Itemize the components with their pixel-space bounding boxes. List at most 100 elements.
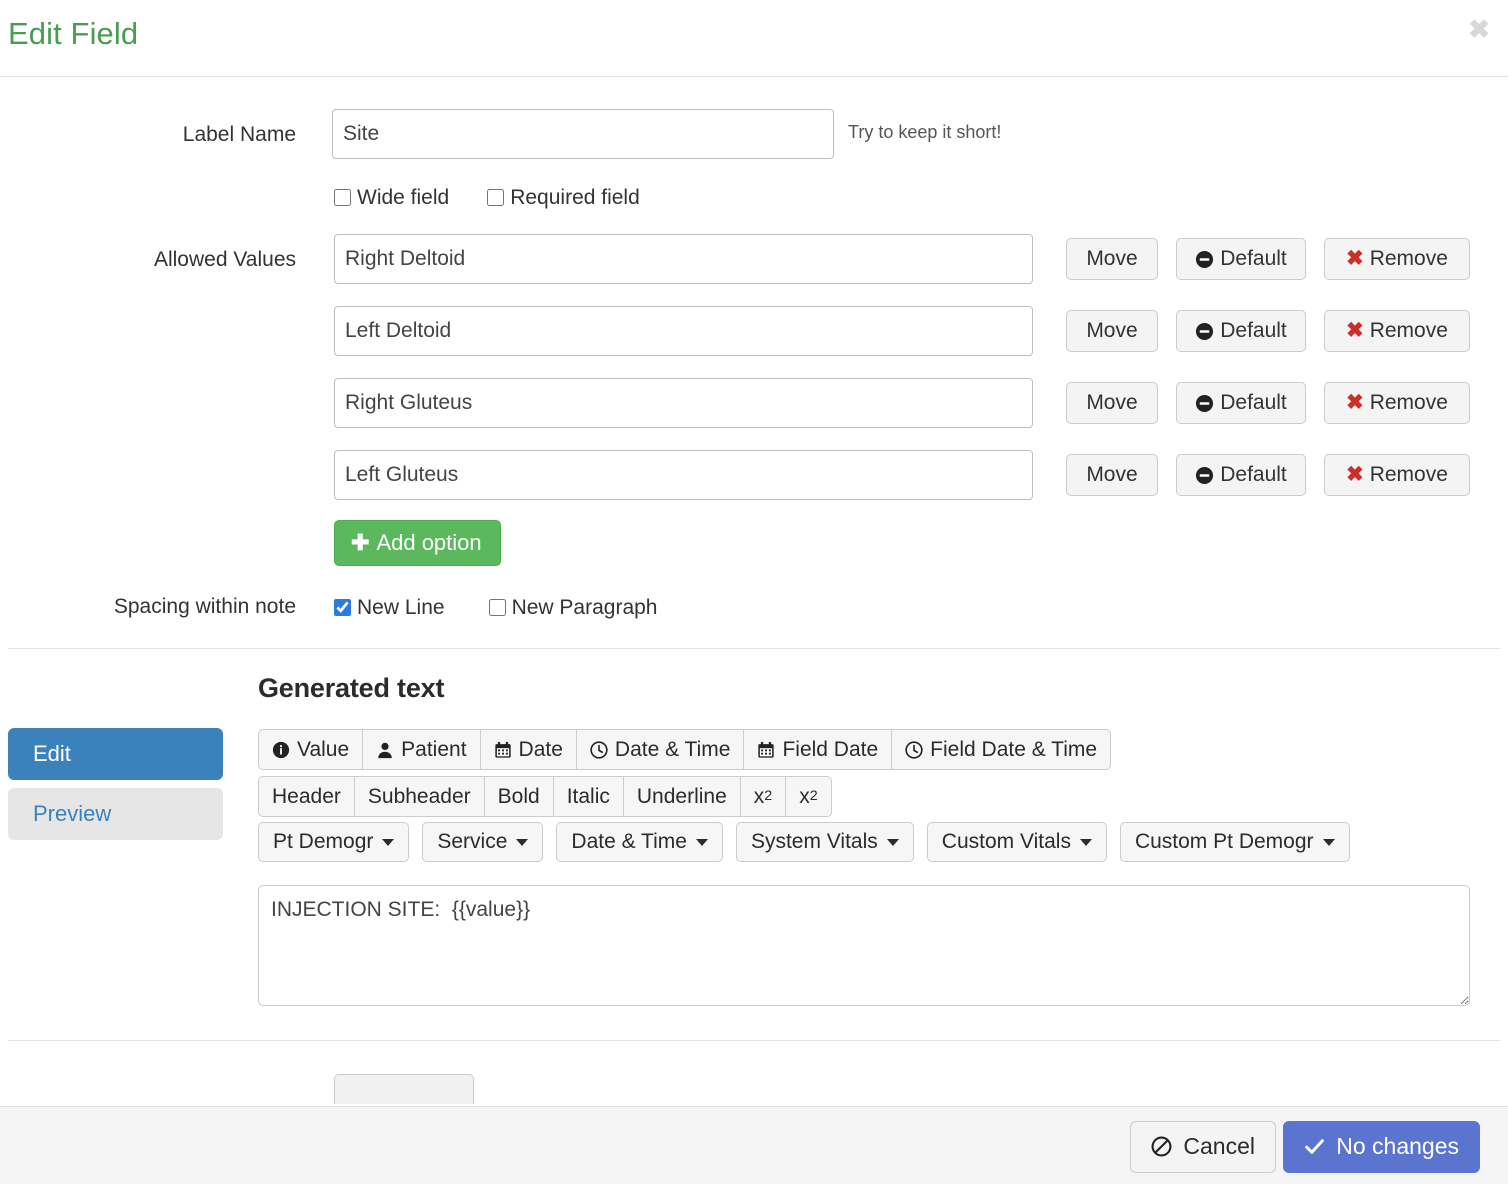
default-button[interactable]: Default (1176, 381, 1306, 425)
spacing-label: Spacing within note (113, 595, 296, 618)
default-button-label: Default (1220, 390, 1287, 414)
remove-button[interactable]: ✖ Remove (1324, 453, 1470, 497)
dropdown-date-time-label: Date & Time (571, 830, 687, 853)
calendar-icon (757, 741, 775, 759)
page-title: Edit Field (8, 16, 139, 51)
format-subscript-button[interactable]: x2 (740, 776, 787, 818)
confirm-button[interactable]: No changes (1283, 1121, 1480, 1173)
default-button[interactable]: Default (1176, 453, 1306, 497)
dropdown-system-vitals-label: System Vitals (750, 830, 878, 853)
allowed-value-row-4: Move Default ✖ Remove (334, 450, 1470, 500)
generated-text-heading: Generated text (258, 673, 445, 703)
wide-field-label: Wide field (357, 186, 450, 209)
dropdown-service[interactable]: Service (422, 822, 544, 862)
superscript-index: 2 (809, 788, 818, 805)
remove-button[interactable]: ✖ Remove (1324, 381, 1470, 425)
wide-field-checkbox-wrap[interactable]: Wide field (334, 185, 449, 210)
add-option-button[interactable]: ✚ Add option (334, 520, 501, 566)
allowed-value-input[interactable] (334, 378, 1033, 428)
default-button-label: Default (1220, 318, 1287, 342)
section-divider-top (8, 648, 1500, 649)
remove-button-label: Remove (1369, 246, 1448, 270)
dropdown-service-label: Service (437, 830, 508, 853)
default-button-label: Default (1220, 246, 1287, 270)
allowed-value-row-1: Move Default ✖ Remove (334, 234, 1470, 284)
dropdown-custom-pt-demogr[interactable]: Custom Pt Demogr (1119, 822, 1350, 862)
default-button[interactable]: Default (1176, 237, 1306, 281)
insert-field-datetime-label: Field Date & Time (930, 738, 1098, 761)
close-x-icon: ✖ (1346, 246, 1364, 270)
insert-datetime-label: Date & Time (614, 738, 731, 761)
modal-body: Label Name Try to keep it short! Wide fi… (0, 77, 1508, 1106)
format-header-button[interactable]: Header (258, 776, 355, 818)
close-x-icon: ✖ (1346, 462, 1364, 486)
tab-preview[interactable]: Preview (8, 788, 223, 840)
spacing-options-row: New Line New Paragraph (334, 595, 657, 620)
dropdown-system-vitals[interactable]: System Vitals (735, 822, 914, 862)
insert-patient-label: Patient (401, 738, 467, 761)
subscript-base: x (753, 785, 765, 808)
insert-field-datetime-button[interactable]: Field Date & Time (892, 729, 1112, 771)
dropdown-date-time[interactable]: Date & Time (556, 822, 723, 862)
cancel-button[interactable]: Cancel (1130, 1121, 1276, 1173)
format-italic-button[interactable]: Italic (553, 776, 624, 818)
tab-edit[interactable]: Edit (8, 728, 223, 780)
minus-circle-icon (1195, 466, 1214, 485)
field-flags-row: Wide field Required field (334, 185, 640, 210)
required-field-label: Required field (510, 186, 640, 209)
label-name-label: Label Name (182, 123, 296, 146)
plus-icon: ✚ (351, 530, 370, 555)
dropdown-custom-vitals[interactable]: Custom Vitals (926, 822, 1107, 862)
format-subheader-button[interactable]: Subheader (354, 776, 485, 818)
chevron-down-icon (886, 838, 899, 846)
dropdown-custom-pt-demogr-label: Custom Pt Demogr (1134, 830, 1314, 853)
format-bold-button[interactable]: Bold (484, 776, 554, 818)
allowed-value-input[interactable] (334, 450, 1033, 500)
chevron-down-icon (695, 838, 708, 846)
dropdown-pt-demogr-label: Pt Demogr (273, 830, 374, 853)
ban-icon (1151, 1136, 1172, 1157)
cancel-button-label: Cancel (1183, 1133, 1255, 1159)
generated-text-textarea[interactable] (258, 885, 1470, 1006)
add-option-label: Add option (376, 530, 482, 555)
modal-header: Edit Field ✖ (0, 0, 1508, 77)
insert-datetime-button[interactable]: Date & Time (576, 729, 745, 771)
required-field-checkbox-wrap[interactable]: Required field (487, 185, 640, 210)
default-button[interactable]: Default (1176, 309, 1306, 353)
clock-icon (905, 740, 923, 759)
required-field-checkbox[interactable] (487, 189, 505, 206)
clipped-button[interactable] (334, 1074, 474, 1104)
move-button[interactable]: Move (1066, 381, 1158, 425)
insert-field-date-button[interactable]: Field Date (744, 729, 893, 771)
move-button[interactable]: Move (1066, 309, 1158, 353)
label-name-input[interactable] (332, 109, 834, 159)
dropdown-custom-vitals-label: Custom Vitals (941, 830, 1071, 853)
move-button[interactable]: Move (1066, 453, 1158, 497)
move-button[interactable]: Move (1066, 237, 1158, 281)
remove-button[interactable]: ✖ Remove (1324, 237, 1470, 281)
minus-circle-icon (1195, 250, 1214, 269)
wide-field-checkbox[interactable] (334, 189, 351, 206)
insert-date-button[interactable]: Date (480, 729, 577, 771)
default-button-label: Default (1220, 462, 1287, 486)
insert-value-label: Value (297, 738, 350, 761)
close-icon[interactable]: ✖ (1462, 14, 1496, 44)
new-paragraph-checkbox-wrap[interactable]: New Paragraph (488, 595, 657, 620)
new-paragraph-checkbox[interactable] (488, 599, 506, 616)
info-circle-icon (272, 741, 290, 759)
remove-button[interactable]: ✖ Remove (1324, 309, 1470, 353)
edit-field-modal: Edit Field ✖ Label Name Try to keep it s… (0, 0, 1508, 1184)
superscript-base: x (799, 785, 810, 808)
new-line-checkbox-wrap[interactable]: New Line (334, 595, 445, 620)
close-x-icon: ✖ (1346, 318, 1364, 342)
dropdown-pt-demogr[interactable]: Pt Demogr (258, 822, 410, 862)
format-underline-button[interactable]: Underline (623, 776, 741, 818)
allowed-value-input[interactable] (334, 306, 1033, 356)
format-superscript-button[interactable]: x2 (786, 776, 832, 818)
insert-patient-button[interactable]: Patient (363, 729, 481, 771)
insert-value-button[interactable]: Value (258, 729, 364, 771)
allowed-value-input[interactable] (334, 234, 1033, 284)
label-name-row: Label Name Try to keep it short! (0, 109, 1100, 159)
new-line-checkbox[interactable] (334, 599, 351, 616)
check-icon (1304, 1136, 1325, 1157)
